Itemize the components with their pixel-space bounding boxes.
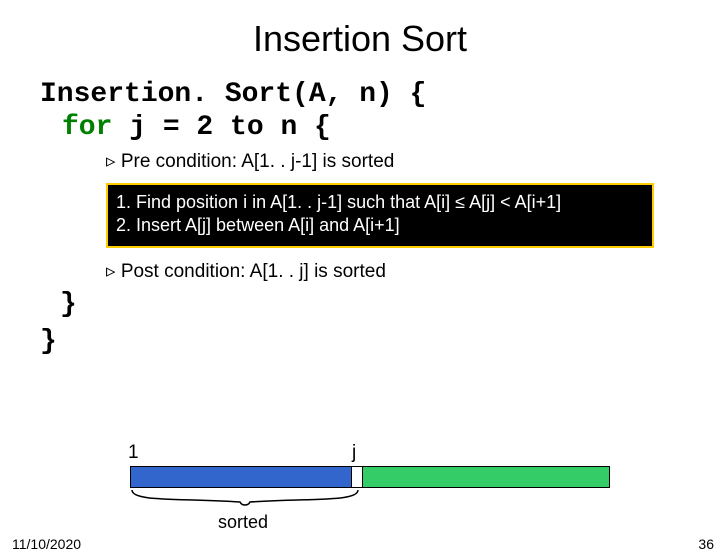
post-condition: ▹ Post condition: A[1. . j] is sorted	[106, 260, 720, 283]
code-line-1: Insertion. Sort(A, n) {	[40, 78, 720, 111]
code-line-2: for j = 2 to n {	[40, 111, 720, 144]
label-j: j	[352, 442, 356, 464]
step-1: 1. Find position i in A[1. . j-1] such t…	[116, 191, 644, 214]
footer-date: 11/10/2020	[12, 536, 81, 552]
bar-sorted-region	[130, 466, 352, 488]
bar-gap	[352, 466, 362, 488]
code-block: Insertion. Sort(A, n) { for j = 2 to n {	[40, 78, 720, 144]
code-line-2-rest: j = 2 to n {	[112, 112, 330, 143]
steps-box: 1. Find position i in A[1. . j-1] such t…	[106, 183, 654, 248]
label-1: 1	[128, 442, 139, 464]
array-diagram: 1 j sorted	[130, 450, 610, 530]
page-number: 36	[698, 536, 714, 552]
closing-brace-inner: }	[60, 289, 720, 320]
step-2: 2. Insert A[j] between A[i] and A[i+1]	[116, 214, 644, 237]
bar-unsorted-region	[362, 466, 610, 488]
keyword-for: for	[62, 112, 112, 143]
pre-condition: ▹ Pre condition: A[1. . j-1] is sorted	[106, 150, 720, 173]
curly-brace-icon	[130, 488, 360, 514]
slide-title: Insertion Sort	[0, 18, 720, 60]
sorted-label: sorted	[218, 512, 268, 533]
closing-brace-outer: }	[40, 326, 720, 357]
